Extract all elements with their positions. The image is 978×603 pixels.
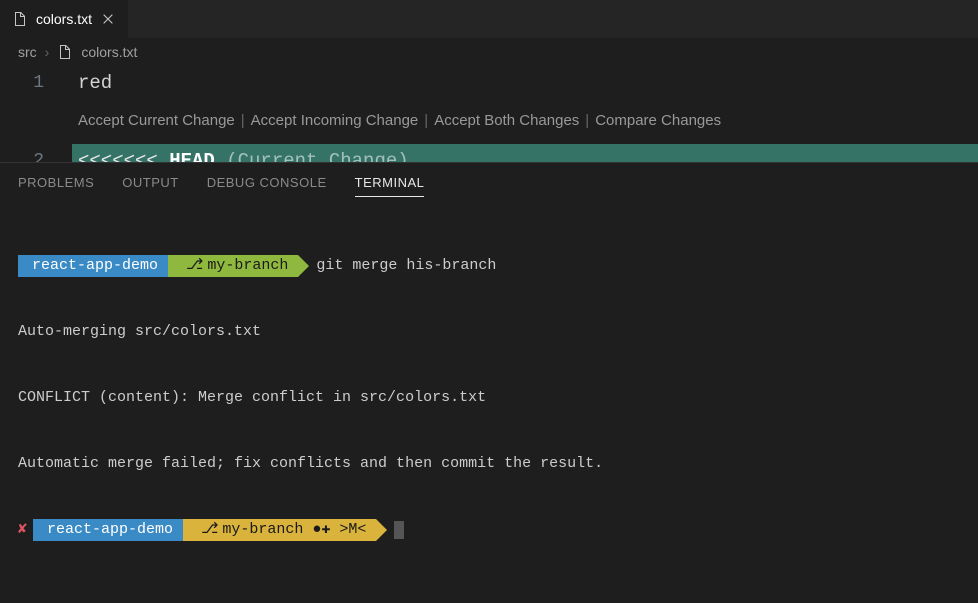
prompt-project-segment: react-app-demo (33, 519, 183, 541)
line-content[interactable]: red (72, 66, 978, 100)
terminal-output: CONFLICT (content): Merge conflict in sr… (18, 387, 960, 409)
terminal-prompt-line: react-app-demo ⎇my-branch git merge his-… (18, 255, 960, 277)
terminal-output: Automatic merge failed; fix conflicts an… (18, 453, 960, 475)
file-icon (12, 11, 28, 27)
chevron-right-icon: › (45, 44, 50, 60)
tab-output[interactable]: OUTPUT (122, 175, 178, 197)
terminal-prompt-line: ✘ react-app-demo ⎇my-branch ●✚ >M< (18, 519, 960, 541)
separator: | (241, 104, 245, 138)
branch-icon: ⎇ (186, 257, 203, 274)
terminal-cursor (394, 521, 404, 539)
terminal[interactable]: react-app-demo ⎇my-branch git merge his-… (0, 205, 978, 603)
terminal-output: Auto-merging src/colors.txt (18, 321, 960, 343)
editor-tab[interactable]: colors.txt (0, 0, 128, 38)
tab-debug-console[interactable]: DEBUG CONSOLE (207, 175, 327, 197)
line-number: 1 (0, 66, 72, 100)
accept-current-button[interactable]: Accept Current Change (78, 104, 235, 138)
bottom-panel: PROBLEMS OUTPUT DEBUG CONSOLE TERMINAL r… (0, 162, 978, 603)
tab-terminal[interactable]: TERMINAL (355, 175, 425, 197)
prompt-project-segment: react-app-demo (18, 255, 168, 277)
prompt-branch-segment: ⎇my-branch (168, 255, 298, 277)
tab-problems[interactable]: PROBLEMS (18, 175, 94, 197)
tab-bar: colors.txt (0, 0, 978, 38)
close-icon[interactable] (100, 11, 116, 27)
accept-incoming-button[interactable]: Accept Incoming Change (251, 104, 419, 138)
merge-codelens: Accept Current Change | Accept Incoming … (78, 100, 978, 144)
editor-line: 1 red (0, 66, 978, 100)
prompt-branch-segment: ⎇my-branch ●✚ >M< (183, 519, 376, 541)
panel-tab-bar: PROBLEMS OUTPUT DEBUG CONSOLE TERMINAL (0, 163, 978, 205)
compare-changes-button[interactable]: Compare Changes (595, 104, 721, 138)
breadcrumb-file[interactable]: colors.txt (81, 44, 137, 60)
accept-both-button[interactable]: Accept Both Changes (434, 104, 579, 138)
error-icon: ✘ (18, 519, 27, 541)
separator: | (585, 104, 589, 138)
branch-icon: ⎇ (201, 521, 218, 538)
tab-filename: colors.txt (36, 11, 92, 27)
file-icon (57, 44, 73, 60)
breadcrumb[interactable]: src › colors.txt (0, 38, 978, 66)
separator: | (424, 104, 428, 138)
terminal-command: git merge his-branch (316, 255, 496, 277)
breadcrumb-folder[interactable]: src (18, 44, 37, 60)
